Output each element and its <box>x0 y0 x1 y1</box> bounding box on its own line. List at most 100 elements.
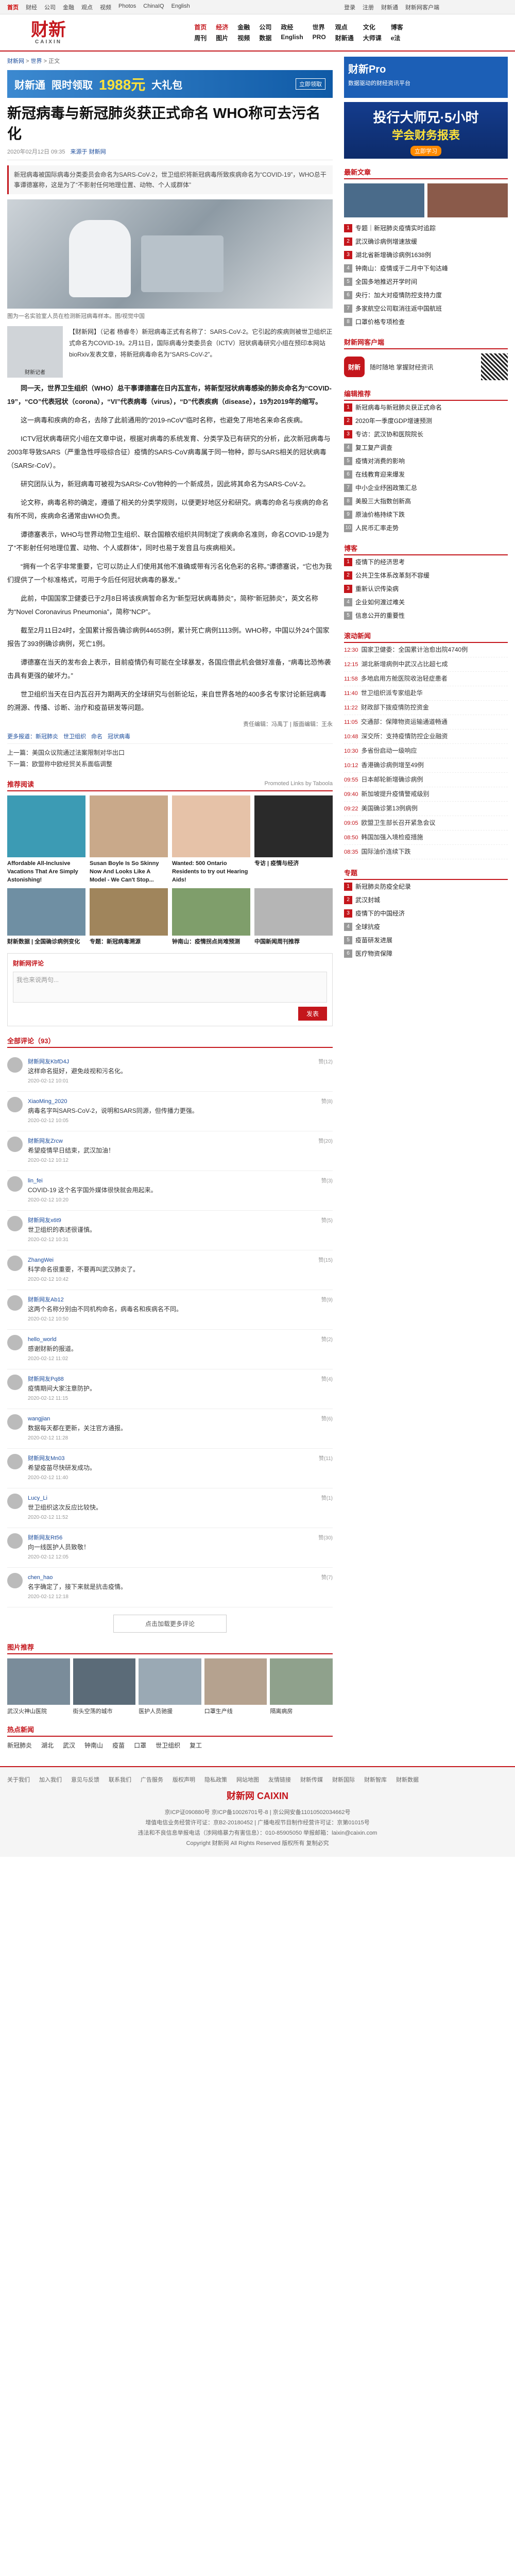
footer-link[interactable]: 隐私政策 <box>204 1775 227 1784</box>
comment-like-button[interactable]: 赞(5) <box>321 1216 333 1245</box>
breadcrumb-home[interactable]: 财新网 <box>7 58 24 64</box>
pic-item[interactable]: 武汉火神山医院 <box>7 1658 70 1715</box>
list-item[interactable]: 10 人民币汇率走势 <box>344 521 508 535</box>
pic-item[interactable]: 隔离病房 <box>270 1658 333 1715</box>
recommend-item[interactable]: Wanted: 500 Ontario Residents to try out… <box>172 795 250 884</box>
comment-user[interactable]: chen_hao <box>28 1573 316 1582</box>
topnav-item[interactable]: English <box>171 3 190 11</box>
topnav-item[interactable]: Photos <box>118 3 136 11</box>
hot-tag[interactable]: 钟南山 <box>84 1741 103 1750</box>
comment-like-button[interactable]: 赞(8) <box>321 1097 333 1126</box>
timeline-item[interactable]: 10:48 深交所：支持疫情防控企业融资 <box>344 730 508 744</box>
list-item[interactable]: 3 专访：武汉协和医院院长 <box>344 428 508 441</box>
channel-item[interactable]: 公司 <box>259 23 271 31</box>
footer-link[interactable]: 联系我们 <box>109 1775 131 1784</box>
comment-like-button[interactable]: 赞(4) <box>321 1375 333 1403</box>
list-item[interactable]: 7 中小企业纾困政策汇总 <box>344 481 508 495</box>
list-item[interactable]: 1 新冠肺炎防疫全纪录 <box>344 880 508 893</box>
comment-user[interactable]: 财新网友x6t9 <box>28 1216 316 1225</box>
tag-link[interactable]: 冠状病毒 <box>108 734 130 740</box>
comment-user[interactable]: 财新网友KbfD4J <box>28 1057 313 1066</box>
hot-tag[interactable]: 武汉 <box>63 1741 75 1750</box>
timeline-item[interactable]: 11:05 交通部：保障物资运输通道畅通 <box>344 715 508 730</box>
sidebar-ad-2[interactable]: 投行大师兄·5小时 学会财务报表 立即学习 <box>344 102 508 159</box>
comment-like-button[interactable]: 赞(11) <box>319 1454 333 1483</box>
timeline-item[interactable]: 09:40 新加坡提升疫情警戒级别 <box>344 787 508 802</box>
breadcrumb-section[interactable]: 世界 <box>31 58 42 64</box>
topnav-item[interactable]: 首页 <box>7 3 19 11</box>
prev-article[interactable]: 上一篇：美国众议院通过法案限制对华出口 <box>7 747 333 758</box>
list-item[interactable]: 5 疫苗研发进展 <box>344 934 508 947</box>
topright-link[interactable]: 注册 <box>363 3 374 11</box>
caixin-logo[interactable]: 财新 CAIXIN <box>7 18 90 47</box>
list-item[interactable]: 5 疫情对消费的影响 <box>344 454 508 468</box>
comment-like-button[interactable]: 赞(1) <box>321 1494 333 1522</box>
list-item[interactable]: 2 公共卫生体系改革刻不容缓 <box>344 569 508 582</box>
list-item[interactable]: 2 武汉封城 <box>344 893 508 907</box>
tag-link[interactable]: 命名 <box>91 734 102 740</box>
hot-tag[interactable]: 新冠肺炎 <box>7 1741 32 1750</box>
ad2-cta[interactable]: 立即学习 <box>410 146 441 156</box>
timeline-item[interactable]: 10:12 香港确诊病例增至49例 <box>344 758 508 773</box>
comment-user[interactable]: 财新网友Mn03 <box>28 1454 314 1463</box>
thumb-image[interactable] <box>427 183 508 217</box>
comment-user[interactable]: XiaoMing_2020 <box>28 1097 316 1106</box>
comment-user[interactable]: 财新网友Ab12 <box>28 1295 316 1304</box>
comment-like-button[interactable]: 赞(9) <box>321 1295 333 1324</box>
tag-link[interactable]: 新冠肺炎 <box>36 734 58 740</box>
list-item[interactable]: 6 在线教育迎来爆发 <box>344 468 508 481</box>
load-more-button[interactable]: 点击加载更多评论 <box>113 1615 227 1633</box>
list-item[interactable]: 6 央行：加大对疫情防控支持力度 <box>344 289 508 302</box>
footer-link[interactable]: 版权声明 <box>173 1775 195 1784</box>
footer-link[interactable]: 财新传媒 <box>300 1775 323 1784</box>
list-item[interactable]: 1 疫情下的经济思考 <box>344 555 508 569</box>
thumb-image[interactable] <box>344 183 424 217</box>
pic-item[interactable]: 口罩生产线 <box>204 1658 267 1715</box>
channel-item[interactable]: PRO <box>313 33 326 42</box>
comment-like-button[interactable]: 赞(3) <box>321 1176 333 1205</box>
comment-user[interactable]: 财新网友Pq88 <box>28 1375 316 1384</box>
hot-tag[interactable]: 口罩 <box>134 1741 146 1750</box>
list-item[interactable]: 5 全国多地推迟开学时间 <box>344 275 508 289</box>
ad-tag[interactable]: 立即领取 <box>296 78 325 90</box>
channel-item[interactable]: 金融 <box>237 23 250 31</box>
comment-like-button[interactable]: 赞(7) <box>321 1573 333 1602</box>
channel-item[interactable]: 数据 <box>259 33 271 42</box>
pic-item[interactable]: 街头空荡的城市 <box>73 1658 136 1715</box>
comment-user[interactable]: 财新网友Zrcw <box>28 1137 313 1146</box>
timeline-item[interactable]: 11:22 财政部下拨疫情防控资金 <box>344 701 508 715</box>
recommend-item[interactable]: 财新数据 | 全国确诊病例变化 <box>7 888 85 946</box>
footer-link[interactable]: 友情链接 <box>268 1775 291 1784</box>
list-item[interactable]: 4 全球抗疫 <box>344 920 508 934</box>
channel-item[interactable]: 博客 <box>391 23 403 31</box>
recommend-item[interactable]: 中国新闻周刊推荐 <box>254 888 333 946</box>
channel-item[interactable]: English <box>281 33 303 42</box>
comment-like-button[interactable]: 赞(6) <box>321 1414 333 1443</box>
topright-link[interactable]: 财新网客户端 <box>405 3 439 11</box>
timeline-item[interactable]: 11:58 多地启用方舱医院收治轻症患者 <box>344 672 508 686</box>
list-item[interactable]: 3 重新认识传染病 <box>344 582 508 596</box>
comment-user[interactable]: hello_world <box>28 1335 316 1344</box>
hot-tag[interactable]: 复工 <box>190 1741 202 1750</box>
list-item[interactable]: 3 疫情下的中国经济 <box>344 907 508 920</box>
list-item[interactable]: 1 专题｜新冠肺炎疫情实时追踪 <box>344 222 508 235</box>
channel-item[interactable]: 财新通 <box>335 33 354 42</box>
topnav-item[interactable]: 观点 <box>81 3 93 11</box>
comment-like-button[interactable]: 赞(2) <box>321 1335 333 1364</box>
hot-tag[interactable]: 疫苗 <box>112 1741 125 1750</box>
comment-like-button[interactable]: 赞(20) <box>318 1137 333 1165</box>
comment-user[interactable]: wangjian <box>28 1414 316 1423</box>
channel-item[interactable]: 图片 <box>216 33 228 42</box>
channel-item[interactable]: 视频 <box>237 33 250 42</box>
topright-link[interactable]: 登录 <box>344 3 355 11</box>
list-item[interactable]: 2 2020年一季度GDP增速预测 <box>344 414 508 428</box>
list-item[interactable]: 5 信息公开的重要性 <box>344 609 508 622</box>
list-item[interactable]: 2 武汉确诊病例增速放缓 <box>344 235 508 248</box>
sidebar-ad-1[interactable]: 财新Pro 数据驱动的财经资讯平台 <box>344 57 508 98</box>
channel-item[interactable]: 周刊 <box>194 33 207 42</box>
list-item[interactable]: 1 新冠病毒与新冠肺炎获正式命名 <box>344 401 508 414</box>
recommend-item[interactable]: Affordable All-Inclusive Vacations That … <box>7 795 85 884</box>
list-item[interactable]: 3 湖北省新增确诊病例1638例 <box>344 248 508 262</box>
tag-link[interactable]: 世卫组织 <box>63 734 86 740</box>
timeline-item[interactable]: 12:15 湖北新增病例中武汉占比超七成 <box>344 657 508 672</box>
